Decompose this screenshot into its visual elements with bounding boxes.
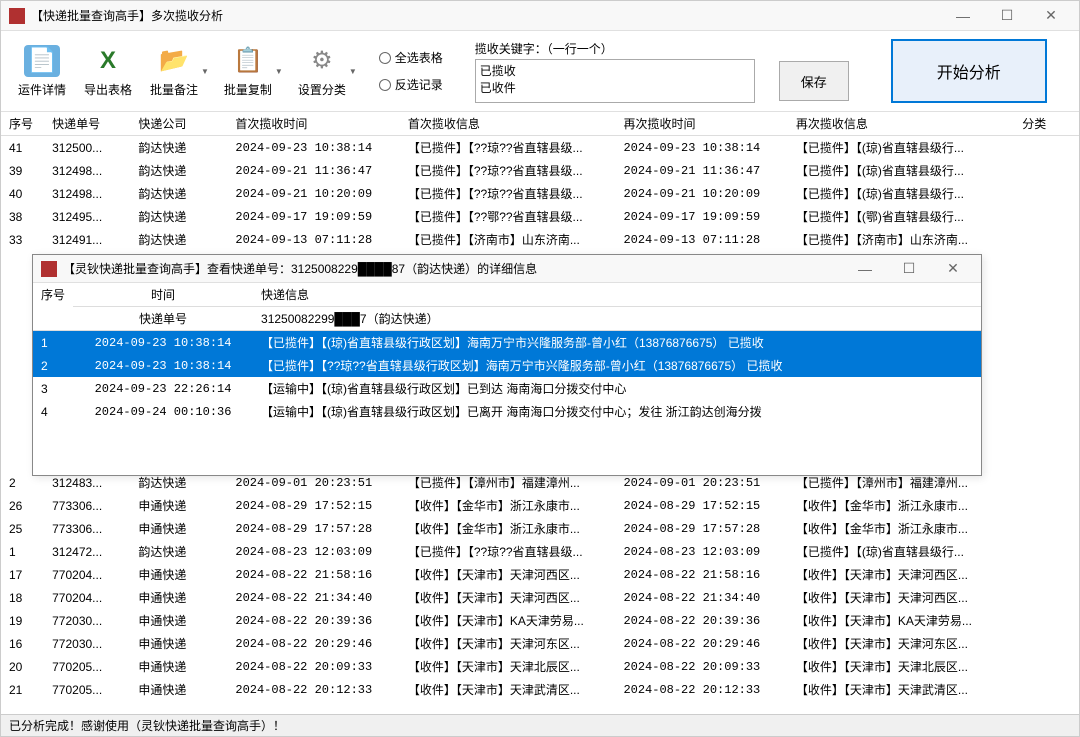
col-seq[interactable]: 序号: [1, 112, 44, 136]
folder-icon: 📂: [156, 45, 192, 77]
col-company[interactable]: 快递公司: [130, 112, 227, 136]
keyword-textarea[interactable]: [475, 59, 755, 103]
sub-close-button[interactable]: ✕: [933, 257, 973, 281]
status-bar: 已分析完成！感谢使用（灵钬快递批量查询高手）！: [1, 714, 1079, 736]
app-icon: [9, 8, 25, 24]
toolbar: 📄 运件详情 X 导出表格 📂 批量备注 ▼ 📋 批量复制 ▼ ⚙ 设置分类: [1, 31, 1079, 112]
export-button[interactable]: X 导出表格: [81, 45, 135, 98]
col-category[interactable]: 分类: [1014, 112, 1079, 136]
excel-icon: X: [90, 45, 126, 77]
table-row[interactable]: 40312498...韵达快递2024-09-21 10:20:09【已揽件】【…: [1, 182, 1079, 205]
table-row[interactable]: 19772030...申通快递2024-08-22 20:39:36【收件】【天…: [1, 609, 1079, 632]
sub-maximize-button[interactable]: ☐: [889, 257, 929, 281]
batch-note-button[interactable]: 📂 批量备注: [147, 45, 201, 98]
keyword-label: 揽收关键字：（一行一个）: [475, 40, 755, 57]
detail-sub-window: 【灵钬快递批量查询高手】查看快递单号：3125008229████87（韵达快递…: [32, 254, 982, 476]
close-button[interactable]: ✕: [1031, 4, 1071, 28]
sub-col-num-label: 快递单号: [73, 307, 253, 331]
batch-note-label: 批量备注: [150, 81, 198, 98]
chevron-down-icon[interactable]: ▼: [349, 67, 357, 76]
table-row[interactable]: 41312500...韵达快递2024-09-23 10:38:14【已揽件】【…: [1, 136, 1079, 160]
app-icon: [41, 261, 57, 277]
select-all-radio[interactable]: 全选表格: [379, 49, 443, 66]
table-row[interactable]: 33312491...韵达快递2024-09-13 07:11:28【已揽件】【…: [1, 228, 1079, 251]
detail-label: 运件详情: [18, 81, 66, 98]
table-row[interactable]: 18770204...申通快递2024-08-22 21:34:40【收件】【天…: [1, 586, 1079, 609]
col-num[interactable]: 快递单号: [44, 112, 130, 136]
table-row[interactable]: 21770205...申通快递2024-08-22 20:12:33【收件】【天…: [1, 678, 1079, 701]
col-again-time[interactable]: 再次揽收时间: [615, 112, 787, 136]
export-label: 导出表格: [84, 81, 132, 98]
minimize-button[interactable]: —: [943, 4, 983, 28]
col-first-time[interactable]: 首次揽收时间: [227, 112, 399, 136]
gear-icon: ⚙: [304, 45, 340, 77]
main-title-bar: 【快递批量查询高手】多次揽收分析 — ☐ ✕: [1, 1, 1079, 31]
table-row[interactable]: 1312472...韵达快递2024-08-23 12:03:09【已揽件】【?…: [1, 540, 1079, 563]
radio-icon: [379, 79, 391, 91]
col-first-info[interactable]: 首次揽收信息: [400, 112, 616, 136]
table-row[interactable]: 42024-09-24 00:10:36【运输中】【(琼)省直辖县级行政区划】已…: [33, 400, 981, 423]
table-row[interactable]: 22024-09-23 10:38:14【已揽件】【??琼??省直辖县级行政区划…: [33, 354, 981, 377]
chevron-down-icon[interactable]: ▼: [201, 67, 209, 76]
col-again-info[interactable]: 再次揽收信息: [788, 112, 1014, 136]
select-all-label: 全选表格: [395, 49, 443, 66]
sub-minimize-button[interactable]: —: [845, 257, 885, 281]
sub-table: 序号 时间 快递信息 快递单号 31250082299███7（韵达快递） 12…: [33, 283, 981, 423]
detail-button[interactable]: 📄 运件详情: [15, 45, 69, 98]
save-button[interactable]: 保存: [779, 61, 849, 101]
table-row[interactable]: 16772030...申通快递2024-08-22 20:29:46【收件】【天…: [1, 632, 1079, 655]
table-row[interactable]: 20770205...申通快递2024-08-22 20:09:33【收件】【天…: [1, 655, 1079, 678]
radio-icon: [379, 52, 391, 64]
table-row[interactable]: 38312495...韵达快递2024-09-17 19:09:59【已揽件】【…: [1, 205, 1079, 228]
table-row[interactable]: 25773306...申通快递2024-08-29 17:57:28【收件】【金…: [1, 517, 1079, 540]
table-row[interactable]: 32024-09-23 22:26:14【运输中】【(琼)省直辖县级行政区划】已…: [33, 377, 981, 400]
main-window-title: 【快递批量查询高手】多次揽收分析: [31, 7, 943, 24]
detail-icon: 📄: [24, 45, 60, 77]
copy-icon: 📋: [230, 45, 266, 77]
sub-col-info[interactable]: 快递信息: [253, 283, 981, 307]
table-row[interactable]: 26773306...申通快递2024-08-29 17:52:15【收件】【金…: [1, 494, 1079, 517]
settings-button[interactable]: ⚙ 设置分类: [295, 45, 349, 98]
sub-col-num-value: 31250082299███7（韵达快递）: [253, 307, 981, 331]
batch-copy-label: 批量复制: [224, 81, 272, 98]
sub-col-seq[interactable]: 序号: [33, 283, 73, 331]
batch-copy-button[interactable]: 📋 批量复制: [221, 45, 275, 98]
table-row[interactable]: 17770204...申通快递2024-08-22 21:58:16【收件】【天…: [1, 563, 1079, 586]
table-row[interactable]: 12024-09-23 10:38:14【已揽件】【(琼)省直辖县级行政区划】海…: [33, 331, 981, 355]
chevron-down-icon[interactable]: ▼: [275, 67, 283, 76]
invert-label: 反选记录: [395, 76, 443, 93]
sub-table-container[interactable]: 序号 时间 快递信息 快递单号 31250082299███7（韵达快递） 12…: [33, 283, 981, 475]
maximize-button[interactable]: ☐: [987, 4, 1027, 28]
sub-title-bar: 【灵钬快递批量查询高手】查看快递单号：3125008229████87（韵达快递…: [33, 255, 981, 283]
settings-label: 设置分类: [298, 81, 346, 98]
sub-window-title: 【灵钬快递批量查询高手】查看快递单号：3125008229████87（韵达快递…: [63, 260, 845, 277]
invert-radio[interactable]: 反选记录: [379, 76, 443, 93]
sub-col-time[interactable]: 时间: [73, 283, 253, 307]
analyze-button[interactable]: 开始分析: [891, 39, 1047, 103]
table-row[interactable]: 39312498...韵达快递2024-09-21 11:36:47【已揽件】【…: [1, 159, 1079, 182]
